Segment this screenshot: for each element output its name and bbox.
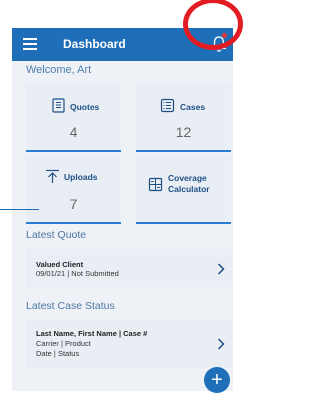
quote-detail: 09/01/21 | Not Submitted	[36, 269, 119, 278]
cases-count: 12	[175, 124, 192, 140]
cases-label: Cases	[180, 102, 206, 112]
latest-quote-heading: Latest Quote	[26, 229, 87, 241]
latest-quote-card[interactable]: Valued Client 09/01/21 | Not Submitted	[26, 249, 232, 287]
quote-client-name: Valued Client	[36, 260, 84, 269]
hamburger-menu-icon[interactable]	[23, 38, 37, 50]
page-title: Dashboard	[63, 37, 126, 51]
case-date-line: Date | Status	[36, 349, 80, 358]
quotes-label: Quotes	[70, 102, 100, 112]
uploads-count: 7	[69, 196, 78, 212]
chevron-right-icon[interactable]	[217, 263, 225, 275]
highlight-ring	[183, 0, 243, 50]
latest-case-card[interactable]: Last Name, First Name | Case # Carrier |…	[26, 320, 232, 368]
uploads-label: Uploads	[64, 172, 98, 182]
cases-tile[interactable]: Cases 12	[136, 84, 231, 152]
quote-doc-icon	[52, 98, 65, 113]
case-carrier-line: Carrier | Product	[36, 339, 91, 348]
outer-accent-line	[0, 209, 38, 210]
calculator-icon	[148, 177, 163, 192]
uploads-tile[interactable]: Uploads 7	[26, 156, 121, 224]
case-name-line: Last Name, First Name | Case #	[36, 329, 148, 338]
welcome-text: Welcome, Art	[26, 64, 92, 76]
coverage-calculator-tile[interactable]: Coverage Calculator	[136, 156, 231, 224]
app-frame: Dashboard Welcome, Art Quotes 4 Cases 12…	[12, 28, 233, 391]
add-fab-button[interactable]: +	[204, 367, 230, 393]
quotes-count: 4	[69, 124, 78, 140]
latest-case-status-heading: Latest Case Status	[26, 300, 115, 312]
quotes-tile[interactable]: Quotes 4	[26, 84, 121, 152]
cases-icon	[160, 98, 175, 113]
calculator-label: Calculator	[168, 184, 210, 194]
upload-arrow-icon	[46, 169, 59, 183]
coverage-label: Coverage	[168, 173, 207, 183]
chevron-right-icon[interactable]	[217, 338, 225, 350]
